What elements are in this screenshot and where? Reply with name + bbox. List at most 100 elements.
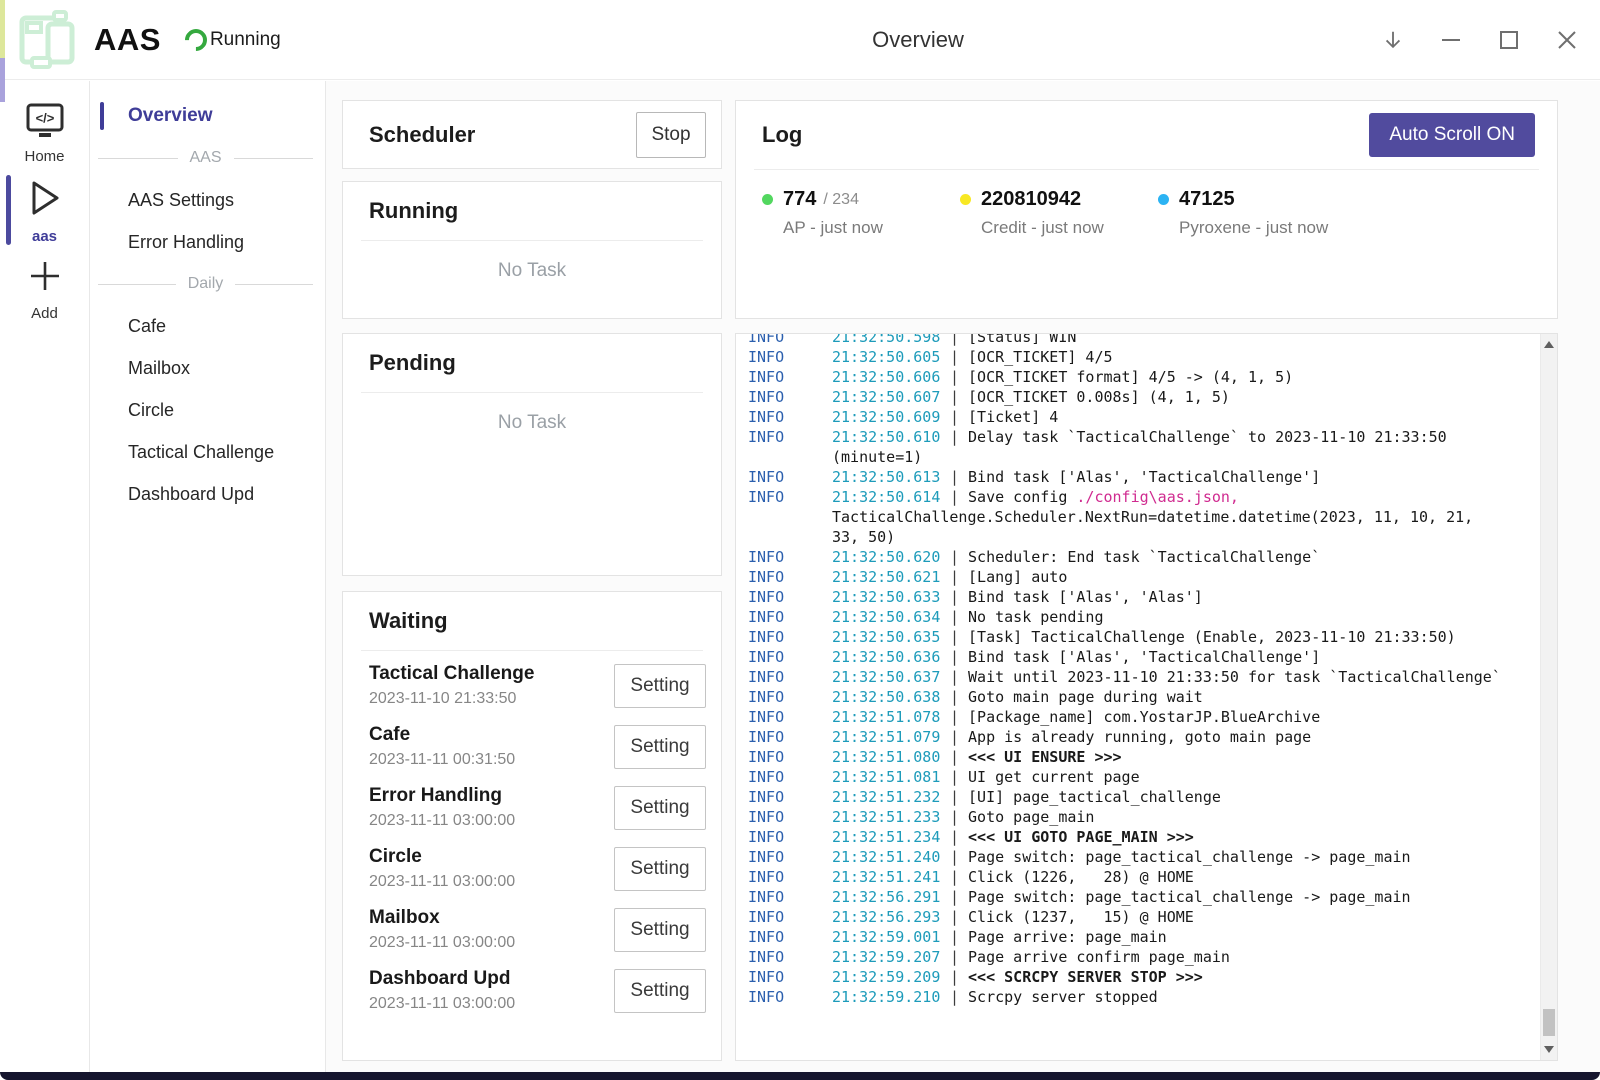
nav-item-overview[interactable]: Overview bbox=[90, 95, 325, 137]
rail-item-label: aas bbox=[32, 228, 57, 245]
log-stat-pyroxene: 47125 Pyroxene - just now bbox=[1158, 188, 1356, 238]
log-entry: INFO21:32:51.233|Goto page_main bbox=[748, 807, 1539, 827]
running-title: Running bbox=[369, 198, 458, 224]
task-info: Cafe2023-11-11 00:31:50 bbox=[369, 724, 614, 769]
task-name: Dashboard Upd bbox=[369, 968, 614, 990]
minimize-button[interactable] bbox=[1440, 29, 1462, 51]
hide-window-button[interactable] bbox=[1382, 29, 1404, 51]
running-card: Running No Task bbox=[342, 181, 722, 319]
waiting-task-row: Circle 2023-11-11 03:00:00Setting bbox=[369, 838, 706, 899]
content-area: Scheduler Stop Running No Task Pending N… bbox=[326, 81, 1600, 1072]
nav-panel: Overview AAS AAS SettingsError HandlingDai… bbox=[90, 81, 326, 1072]
log-entry: INFO21:32:56.293|Click (1237, 15) @ HOME bbox=[748, 907, 1539, 927]
task-setting-button[interactable]: Setting bbox=[614, 664, 706, 708]
app-logo-icon bbox=[14, 9, 78, 71]
scrollbar-thumb[interactable] bbox=[1543, 1009, 1555, 1036]
task-setting-button[interactable]: Setting bbox=[614, 786, 706, 830]
log-entry: INFO21:32:59.207|Page arrive confirm pag… bbox=[748, 947, 1539, 967]
stat-value: 774 bbox=[783, 188, 816, 211]
background-edge-top bbox=[0, 0, 5, 58]
task-setting-button[interactable]: Setting bbox=[614, 725, 706, 769]
pending-title: Pending bbox=[369, 350, 456, 376]
stat-secondary-value: / 234 bbox=[823, 191, 859, 209]
log-stat-ap: 774/ 234AP - just now bbox=[762, 188, 960, 238]
stat-dot-icon bbox=[1158, 194, 1169, 205]
task-setting-button[interactable]: Setting bbox=[614, 969, 706, 1013]
task-name: Mailbox bbox=[369, 907, 614, 929]
rail-item-add[interactable]: Add bbox=[0, 251, 89, 327]
nav-item-mailbox[interactable]: Mailbox bbox=[90, 347, 325, 389]
waiting-task-list: Tactical Challenge2023-11-10 21:33:50Set… bbox=[343, 651, 721, 1021]
log-entry: INFO21:32:51.079|App is already running,… bbox=[748, 727, 1539, 747]
log-entry: INFO21:32:50.634|No task pending bbox=[748, 607, 1539, 627]
log-entry: INFO21:32:50.638|Goto main page during w… bbox=[748, 687, 1539, 707]
rail-item-aas[interactable]: aas bbox=[0, 173, 89, 249]
down-arrow-icon bbox=[1382, 28, 1404, 52]
auto-scroll-button[interactable]: Auto Scroll ON bbox=[1369, 113, 1535, 157]
task-info: Error Handling2023-11-11 03:00:00 bbox=[369, 785, 614, 830]
task-info: Dashboard Upd 2023-11-11 03:00:00 bbox=[369, 968, 614, 1013]
plus-icon bbox=[26, 257, 64, 300]
nav-item-aas-settings[interactable]: AAS Settings bbox=[90, 179, 325, 221]
icon-rail: </>Home aas Add bbox=[0, 81, 90, 1072]
scheduler-card: Scheduler Stop bbox=[342, 100, 722, 169]
rail-item-home[interactable]: </>Home bbox=[0, 95, 89, 171]
stat-label: Pyroxene - just now bbox=[1179, 218, 1356, 238]
scheduler-title: Scheduler bbox=[369, 122, 475, 148]
log-entry: INFO21:32:51.234|<<< UI GOTO PAGE_MAIN >… bbox=[748, 827, 1539, 847]
log-entry: INFO21:32:50.636|Bind task ['Alas', 'Tac… bbox=[748, 647, 1539, 667]
nav-item-cafe[interactable]: Cafe bbox=[90, 305, 325, 347]
log-entry: INFO21:32:50.607|[OCR_TICKET 0.008s] (4,… bbox=[748, 387, 1539, 407]
stat-label: Credit - just now bbox=[981, 218, 1158, 238]
log-entry: INFO21:32:51.081|UI get current page bbox=[748, 767, 1539, 787]
task-name: Circle bbox=[369, 846, 614, 868]
waiting-task-row: Dashboard Upd 2023-11-11 03:00:00Setting bbox=[369, 960, 706, 1021]
log-scroll-area[interactable]: INFO21:32:50.598|[Status] WININFO21:32:5… bbox=[736, 334, 1539, 1060]
task-next-run-time: 2023-11-11 03:00:00 bbox=[369, 995, 614, 1013]
log-stats-row: 774/ 234AP - just now220810942Credit - j… bbox=[736, 170, 1557, 238]
nav-divider-label: AAS bbox=[190, 149, 222, 167]
nav-item-tactical-challenge[interactable]: Tactical Challenge bbox=[90, 431, 325, 473]
task-next-run-time: 2023-11-10 21:33:50 bbox=[369, 690, 614, 708]
stat-dot-icon bbox=[762, 194, 773, 205]
log-view-card[interactable]: INFO21:32:50.598|[Status] WININFO21:32:5… bbox=[735, 333, 1558, 1061]
nav-item-error-handling[interactable]: Error Handling bbox=[90, 221, 325, 263]
stop-button[interactable]: Stop bbox=[636, 112, 706, 158]
log-entry: INFO21:32:59.209|<<< SCRCPY SERVER STOP … bbox=[748, 967, 1539, 987]
background-edge-mid bbox=[0, 58, 5, 102]
window-bottom-edge bbox=[0, 1072, 1600, 1080]
scrollbar-up-arrow-icon[interactable] bbox=[1544, 341, 1554, 348]
waiting-task-row: Mailbox2023-11-11 03:00:00Setting bbox=[369, 899, 706, 960]
task-next-run-time: 2023-11-11 03:00:00 bbox=[369, 812, 614, 830]
waiting-title: Waiting bbox=[369, 608, 448, 634]
close-button[interactable] bbox=[1556, 29, 1578, 51]
pending-empty-label: No Task bbox=[343, 393, 721, 434]
nav-item-dashboard-upd[interactable]: Dashboard Upd bbox=[90, 473, 325, 515]
log-entry: INFO21:32:56.291|Page switch: page_tacti… bbox=[748, 887, 1539, 907]
stat-value: 47125 bbox=[1179, 188, 1235, 211]
titlebar: AAS Running Overview bbox=[0, 0, 1600, 80]
task-info: Mailbox2023-11-11 03:00:00 bbox=[369, 907, 614, 952]
scrollbar-down-arrow-icon[interactable] bbox=[1544, 1046, 1554, 1053]
log-entry: INFO21:32:50.613|Bind task ['Alas', 'Tac… bbox=[748, 467, 1539, 487]
running-empty-label: No Task bbox=[343, 241, 721, 282]
rail-item-label: Home bbox=[24, 148, 64, 165]
task-setting-button[interactable]: Setting bbox=[614, 908, 706, 952]
log-entry: INFO21:32:51.080|<<< UI ENSURE >>> bbox=[748, 747, 1539, 767]
log-header-card: Log Auto Scroll ON 774/ 234AP - just now… bbox=[735, 100, 1558, 319]
nav-item-circle[interactable]: Circle bbox=[90, 389, 325, 431]
nav-divider-daily: Daily bbox=[90, 263, 325, 305]
stat-value: 220810942 bbox=[981, 188, 1081, 211]
app-name: AAS bbox=[94, 22, 161, 58]
log-entry: INFO21:32:51.232|[UI] page_tactical_chal… bbox=[748, 787, 1539, 807]
task-info: Circle 2023-11-11 03:00:00 bbox=[369, 846, 614, 891]
task-next-run-time: 2023-11-11 03:00:00 bbox=[369, 873, 614, 891]
log-entry: INFO21:32:50.635|[Task] TacticalChalleng… bbox=[748, 627, 1539, 647]
task-setting-button[interactable]: Setting bbox=[614, 847, 706, 891]
minimize-icon bbox=[1440, 29, 1462, 51]
log-entry: INFO21:32:50.621|[Lang] auto bbox=[748, 567, 1539, 587]
log-scrollbar[interactable] bbox=[1540, 334, 1557, 1060]
maximize-button[interactable] bbox=[1498, 29, 1520, 51]
log-entry: INFO21:32:59.210|Scrcpy server stopped bbox=[748, 987, 1539, 1007]
nav-divider-aas: AAS bbox=[90, 137, 325, 179]
